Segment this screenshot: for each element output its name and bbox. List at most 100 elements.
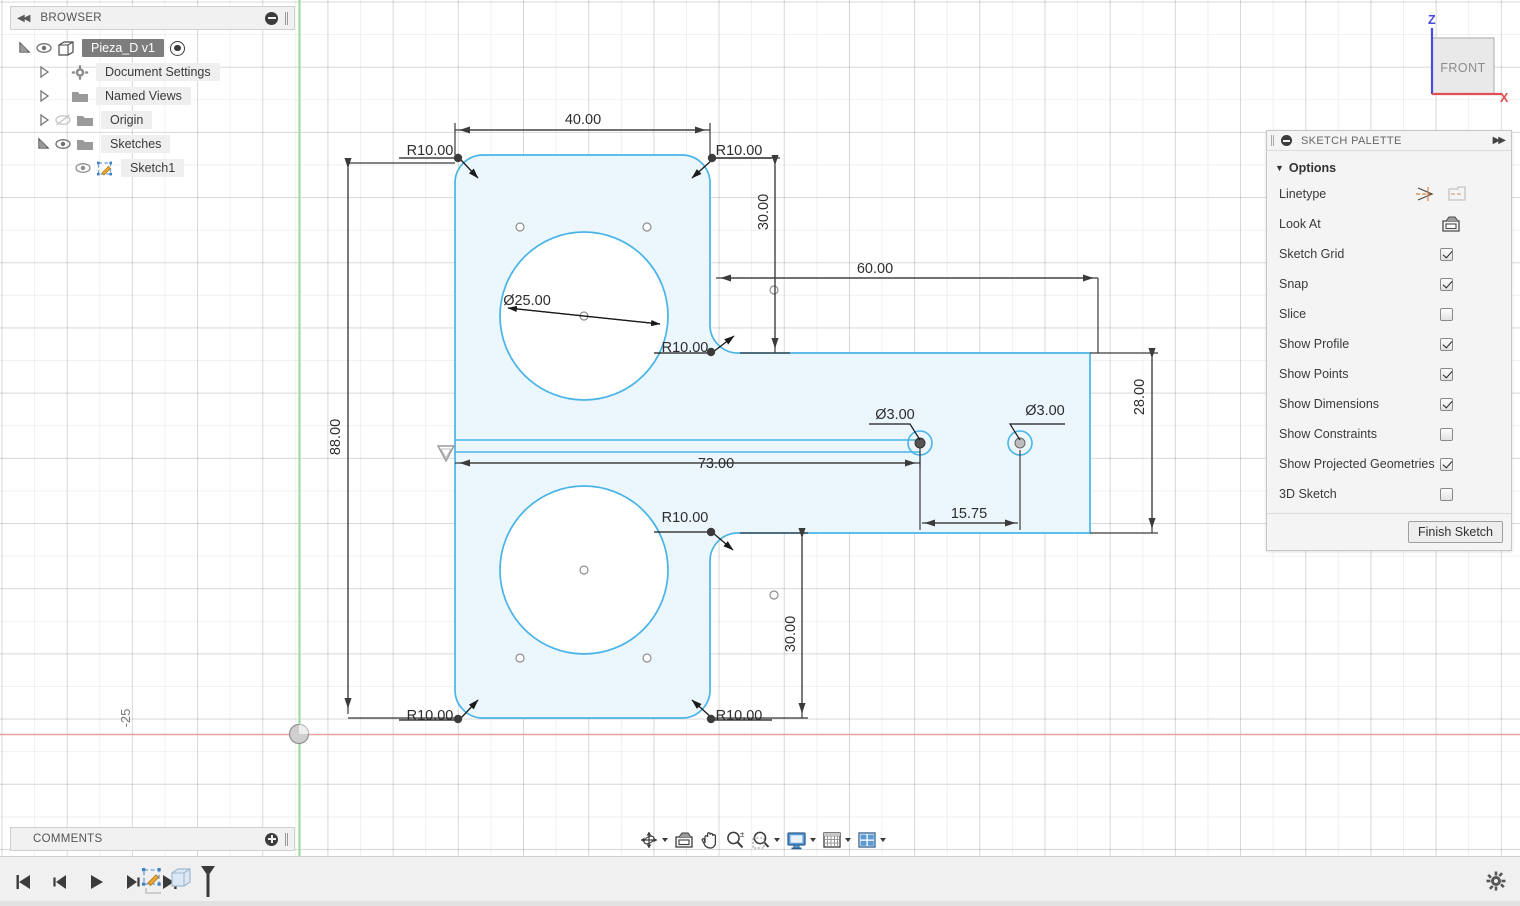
- panel-grip-handle[interactable]: [285, 11, 288, 25]
- palette-row-sketch-grid[interactable]: Sketch Grid: [1267, 239, 1511, 269]
- palette-row-look-at[interactable]: Look At: [1267, 209, 1511, 239]
- display-settings-tool[interactable]: [783, 827, 819, 853]
- look-at-camera-icon[interactable]: [1441, 216, 1461, 233]
- folder-icon: [77, 115, 93, 126]
- browser-item-label: Named Views: [96, 87, 191, 105]
- expander-collapsed-icon[interactable]: [37, 89, 51, 103]
- view-cube[interactable]: FRONT Z X: [1400, 6, 1515, 106]
- row-label: Slice: [1279, 307, 1307, 321]
- chevron-down-icon[interactable]: [662, 838, 668, 842]
- show-constraints-checkbox[interactable]: [1440, 427, 1453, 441]
- minus-circle-icon[interactable]: [265, 11, 278, 25]
- chevron-down-icon[interactable]: [880, 838, 886, 842]
- display-settings-icon[interactable]: [786, 831, 807, 850]
- palette-row-3d-sketch[interactable]: 3D Sketch: [1267, 479, 1511, 509]
- double-right-chevron-icon[interactable]: ▶▶: [1493, 135, 1506, 146]
- browser-item-document-settings[interactable]: Document Settings: [37, 60, 298, 84]
- browser-panel-header[interactable]: ◀◀ BROWSER: [10, 6, 295, 30]
- slice-checkbox[interactable]: [1440, 307, 1453, 321]
- visibility-eye-icon[interactable]: [35, 41, 53, 55]
- expander-collapsed-icon[interactable]: [37, 113, 51, 127]
- browser-tree[interactable]: Pieza_D v1 Document Settings Named Views…: [18, 36, 298, 180]
- look-at-tool[interactable]: [671, 827, 697, 853]
- snap-checkbox[interactable]: [1440, 277, 1453, 291]
- sketch-palette-header[interactable]: SKETCH PALETTE ▶▶: [1267, 131, 1511, 151]
- finish-sketch-button[interactable]: Finish Sketch: [1407, 521, 1503, 543]
- browser-item-label: Sketch1: [121, 159, 185, 177]
- pan-hand-icon[interactable]: [700, 830, 719, 850]
- grid-snaps-icon[interactable]: [822, 831, 842, 849]
- timeline-bar[interactable]: [0, 856, 1520, 906]
- palette-row-linetype[interactable]: Linetype: [1267, 179, 1511, 209]
- step-back-button[interactable]: [50, 873, 72, 891]
- expander-expanded-icon[interactable]: [18, 41, 32, 55]
- show-profile-checkbox[interactable]: [1440, 337, 1453, 351]
- activate-component-radio[interactable]: [169, 40, 185, 56]
- component-cube-icon: [58, 40, 74, 56]
- palette-row-show-constraints[interactable]: Show Constraints: [1267, 419, 1511, 449]
- row-label: Sketch Grid: [1279, 247, 1345, 261]
- browser-item-label: Origin: [101, 111, 153, 129]
- gear-icon[interactable]: [1486, 871, 1506, 891]
- orbit-tool[interactable]: [636, 827, 671, 853]
- browser-item-sketch1[interactable]: Sketch1: [74, 156, 298, 180]
- options-section-header[interactable]: ▼ Options: [1267, 157, 1511, 179]
- zoom-window-tool[interactable]: [748, 827, 783, 853]
- visibility-eye-icon[interactable]: [74, 161, 92, 175]
- minus-circle-icon[interactable]: [1281, 135, 1292, 146]
- browser-item-sketches[interactable]: Sketches: [37, 132, 298, 156]
- comments-panel-header[interactable]: COMMENTS: [10, 827, 295, 851]
- navigation-toolbar[interactable]: ±: [636, 826, 889, 854]
- browser-item-pieza-d[interactable]: Pieza_D v1: [18, 36, 298, 60]
- pan-tool[interactable]: [697, 827, 722, 853]
- look-at-icon[interactable]: [674, 831, 694, 850]
- plus-circle-icon[interactable]: [265, 832, 278, 846]
- chevron-down-icon[interactable]: [774, 838, 780, 842]
- palette-row-show-projected-geometries[interactable]: Show Projected Geometries: [1267, 449, 1511, 479]
- timeline-extrude-feature[interactable]: [169, 867, 193, 899]
- panel-grip-handle[interactable]: [285, 832, 288, 846]
- three-d-sketch-checkbox[interactable]: [1440, 487, 1453, 501]
- collapse-panel-icon[interactable]: ◀◀: [17, 13, 30, 24]
- zoom-tool[interactable]: ±: [722, 827, 748, 853]
- timeline-sketch1-feature[interactable]: [140, 867, 164, 899]
- orbit-icon[interactable]: [639, 830, 659, 850]
- zoom-magnifier-icon[interactable]: ±: [725, 830, 745, 850]
- palette-grip-handle[interactable]: [1271, 135, 1274, 146]
- centerline-icon[interactable]: [1447, 186, 1467, 202]
- dim-height-30-top: 30.00: [756, 194, 772, 230]
- palette-row-slice[interactable]: Slice: [1267, 299, 1511, 329]
- caret-down-icon[interactable]: ▼: [1275, 163, 1284, 173]
- timeline-end-marker[interactable]: [198, 865, 218, 899]
- viewports-icon[interactable]: [857, 831, 877, 849]
- palette-row-show-points[interactable]: Show Points: [1267, 359, 1511, 389]
- show-points-checkbox[interactable]: [1440, 367, 1453, 381]
- construction-line-icon[interactable]: [1415, 186, 1435, 202]
- browser-item-origin[interactable]: Origin: [37, 108, 298, 132]
- chevron-down-icon[interactable]: [845, 838, 851, 842]
- play-button[interactable]: [86, 873, 108, 891]
- browser-item-named-views[interactable]: Named Views: [37, 84, 298, 108]
- show-dimensions-checkbox[interactable]: [1440, 397, 1453, 411]
- visibility-eye-icon[interactable]: [54, 137, 72, 151]
- sketch-grid-checkbox[interactable]: [1440, 247, 1453, 261]
- timeline-features[interactable]: [140, 865, 218, 899]
- palette-row-show-profile[interactable]: Show Profile: [1267, 329, 1511, 359]
- dim-bore-top: Ø25.00: [503, 293, 551, 309]
- chevron-down-icon[interactable]: [810, 838, 816, 842]
- expander-collapsed-icon[interactable]: [37, 65, 51, 79]
- zoom-window-icon[interactable]: [751, 830, 771, 850]
- viewports-tool[interactable]: [854, 827, 889, 853]
- expander-expanded-icon[interactable]: [37, 137, 51, 151]
- dim-height-30-bot: 30.00: [783, 616, 799, 652]
- palette-row-snap[interactable]: Snap: [1267, 269, 1511, 299]
- visibility-hidden-eye-icon[interactable]: [54, 113, 72, 127]
- sketch-palette[interactable]: SKETCH PALETTE ▶▶ ▼ Options Linetype Loo…: [1266, 130, 1512, 551]
- show-projected-geometries-checkbox[interactable]: [1440, 457, 1453, 471]
- go-to-beginning-button[interactable]: [14, 873, 36, 891]
- dim-fillet-tl: R10.00: [407, 143, 454, 159]
- dim-hole-b-3: Ø3.00: [1025, 403, 1065, 419]
- palette-row-show-dimensions[interactable]: Show Dimensions: [1267, 389, 1511, 419]
- dim-fillet-mid-r: R10.00: [662, 340, 709, 356]
- grid-snaps-tool[interactable]: [819, 827, 854, 853]
